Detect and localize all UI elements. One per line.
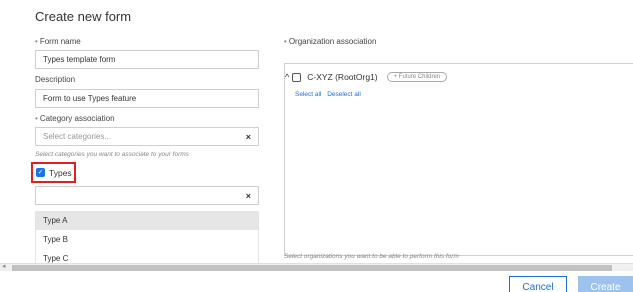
organization-label-text: Organization association xyxy=(288,37,377,46)
required-marker: • xyxy=(284,37,287,46)
org-links: Select all Deselect all xyxy=(295,91,365,98)
category-label: • Category association xyxy=(35,114,115,123)
dropdown-search-input[interactable]: × xyxy=(35,186,259,205)
create-button[interactable]: Create xyxy=(578,276,633,292)
deselect-all-link[interactable]: Deselect all xyxy=(327,91,361,98)
org-name: C-XYZ (RootOrg1) xyxy=(307,72,378,82)
page-title: Create new form xyxy=(35,9,132,24)
category-placeholder: Select categories... xyxy=(43,132,112,141)
dropdown-option-type-a[interactable]: Type A xyxy=(35,211,259,230)
future-children-badge[interactable]: + Future Children xyxy=(386,72,448,82)
dropdown-option-type-b[interactable]: Type B xyxy=(35,230,259,249)
category-dropdown: × Type A Type B Type C xyxy=(35,186,259,268)
description-input[interactable]: Form to use Types feature xyxy=(35,89,259,108)
category-hint: Select categories you want to associate … xyxy=(35,151,189,158)
types-label: Types xyxy=(49,167,72,178)
horizontal-scrollbar[interactable]: ◂ xyxy=(0,263,633,271)
clear-icon[interactable]: × xyxy=(246,191,251,201)
description-label: Description xyxy=(35,75,76,84)
checkbox-checked-icon[interactable]: ✓ xyxy=(36,168,45,177)
organization-label: • Organization association xyxy=(284,37,376,46)
form-name-label-text: Form name xyxy=(39,37,81,46)
form-name-label: • Form name xyxy=(35,37,81,46)
selected-category-types[interactable]: ✓ Types xyxy=(31,162,76,183)
checkbox-icon[interactable] xyxy=(292,72,302,82)
category-select[interactable]: Select categories... × xyxy=(35,127,259,146)
clear-icon[interactable]: × xyxy=(246,132,251,142)
form-name-input[interactable]: Types template form xyxy=(35,50,259,69)
scroll-left-icon[interactable]: ◂ xyxy=(2,262,6,270)
category-label-text: Category association xyxy=(39,114,115,123)
organization-hint: Select organizations you want to be able… xyxy=(284,253,459,260)
required-marker: • xyxy=(35,37,38,46)
organization-tree-node: ^ C-XYZ (RootOrg1) + Future Children xyxy=(285,72,448,82)
chevron-up-icon[interactable]: ^ xyxy=(285,72,289,82)
scrollbar-thumb[interactable] xyxy=(12,265,612,271)
cancel-button[interactable]: Cancel xyxy=(509,276,567,292)
select-all-link[interactable]: Select all xyxy=(295,91,321,98)
required-marker: • xyxy=(35,114,38,123)
